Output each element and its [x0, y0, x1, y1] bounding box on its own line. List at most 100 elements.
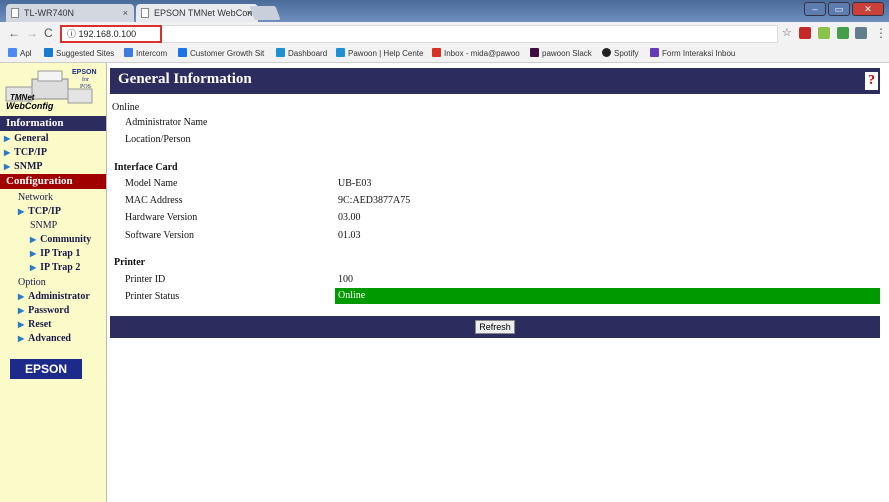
logo-pos: POS: [80, 84, 92, 90]
url-input[interactable]: ⓘ 192.168.0.100: [60, 25, 162, 43]
sidebar-item-label: IP Trap 2: [40, 262, 81, 273]
page-title: General Information: [118, 71, 252, 87]
arrow-right-icon: ▶: [30, 235, 37, 244]
sidebar-item-label: Community: [40, 234, 92, 245]
bookmark-spotify[interactable]: Spotify: [602, 48, 638, 60]
sidebar-item-label: General: [14, 133, 49, 144]
epson-logo[interactable]: EPSON: [10, 359, 82, 379]
main-content: General Information ? Online Administrat…: [110, 63, 880, 502]
arrow-right-icon: ▶: [4, 134, 11, 143]
sidebar-item-tcpip-config[interactable]: ▶ TCP/IP: [18, 206, 61, 218]
pawoon-icon: [276, 48, 285, 57]
maximize-button[interactable]: ▭: [828, 2, 850, 16]
sidebar-label-network: Network: [18, 192, 53, 203]
sidebar-item-general[interactable]: ▶ General: [4, 133, 49, 145]
close-window-button[interactable]: ✕: [852, 2, 884, 16]
arrow-right-icon: ▶: [18, 292, 25, 301]
tmnet-webconfig-logo: EPSON for POS TMNet WebConfig: [2, 65, 102, 115]
new-tab-button[interactable]: [249, 6, 281, 20]
printer-status-badge: Online: [335, 288, 880, 304]
tab-title: TL-WR740N: [24, 8, 75, 18]
admin-name-label: Administrator Name: [125, 117, 208, 128]
browser-tab-bar: TL-WR740N × EPSON TMNet WebConfi × – ▭ ✕: [0, 0, 889, 22]
sidebar-section-information: Information: [0, 116, 106, 131]
bookmark-inbox[interactable]: Inbox - mida@pawoo: [432, 48, 520, 60]
omnibox-remainder[interactable]: [162, 25, 778, 43]
bookmark-label: Customer Growth Sit: [190, 49, 265, 58]
bookmark-pawoon-help[interactable]: Pawoon | Help Cente: [336, 48, 423, 60]
bookmark-label: Dashboard: [288, 49, 328, 58]
software-version-label: Software Version: [125, 230, 194, 241]
printer-status-label: Printer Status: [125, 291, 180, 302]
bookmark-customer-growth[interactable]: Customer Growth Sit: [178, 48, 264, 60]
tab-tl-wr740n[interactable]: TL-WR740N ×: [6, 4, 134, 22]
minimize-button[interactable]: –: [804, 2, 826, 16]
logo-brand: EPSON: [72, 69, 97, 76]
sidebar-item-administrator[interactable]: ▶ Administrator: [18, 291, 90, 303]
action-bar: Refresh: [110, 316, 880, 338]
sidebar-item-password[interactable]: ▶ Password: [18, 305, 69, 317]
sidebar-item-tcpip-info[interactable]: ▶ TCP/IP: [4, 147, 47, 159]
intercom-icon: [124, 48, 133, 57]
bookmark-form-interaksi[interactable]: Form Interaksi Inbou: [650, 48, 735, 60]
arrow-right-icon: ▶: [30, 263, 37, 272]
bookmark-slack[interactable]: pawoon Slack: [530, 48, 592, 60]
forward-icon[interactable]: →: [26, 26, 38, 40]
sidebar-item-label: Reset: [28, 319, 52, 330]
sidebar-item-label: SNMP: [14, 161, 43, 172]
sidebar-item-advanced[interactable]: ▶ Advanced: [18, 333, 71, 345]
printer-id-label: Printer ID: [125, 274, 166, 285]
sidebar-item-ip-trap-1[interactable]: ▶ IP Trap 1: [30, 248, 80, 260]
arrow-right-icon: ▶: [4, 162, 11, 171]
tab-title: EPSON TMNet WebConfi: [154, 8, 257, 18]
sidebar-item-snmp-info[interactable]: ▶ SNMP: [4, 161, 43, 173]
info-icon[interactable]: ⓘ: [67, 29, 76, 39]
arrow-right-icon: ▶: [18, 320, 25, 329]
sidebar-item-label: TCP/IP: [28, 206, 61, 217]
bookmark-label: Inbox - mida@pawoo: [444, 49, 520, 58]
refresh-button[interactable]: Refresh: [475, 320, 515, 334]
trello-icon: [178, 48, 187, 57]
tab-epson-webconfig[interactable]: EPSON TMNet WebConfi ×: [136, 4, 258, 22]
gmail-icon: [432, 48, 441, 57]
menu-icon[interactable]: ⋮: [875, 26, 887, 40]
bookmark-apps[interactable]: Apl: [8, 48, 32, 60]
url-text: 192.168.0.100: [78, 29, 137, 39]
bookmark-dashboard[interactable]: Dashboard: [276, 48, 327, 60]
sidebar-label-option: Option: [18, 277, 46, 288]
model-name-value: UB-E03: [338, 178, 372, 189]
bookmark-label: Form Interaksi Inbou: [662, 49, 736, 58]
reload-icon[interactable]: C: [44, 26, 53, 40]
extension-icon[interactable]: [799, 27, 811, 39]
sidebar-item-label: Password: [28, 305, 70, 316]
sidebar-item-ip-trap-2[interactable]: ▶ IP Trap 2: [30, 262, 80, 274]
hardware-version-value: 03.00: [338, 212, 361, 223]
bookmark-suggested-sites[interactable]: Suggested Sites: [44, 48, 114, 60]
sidebar-item-reset[interactable]: ▶ Reset: [18, 319, 51, 331]
forms-icon: [650, 48, 659, 57]
extension-icon[interactable]: [818, 27, 830, 39]
printer-id-value: 100: [338, 274, 353, 285]
back-icon[interactable]: ←: [8, 26, 20, 40]
bookmark-label: Pawoon | Help Cente: [348, 49, 424, 58]
sidebar-section-configuration: Configuration: [0, 174, 106, 189]
sidebar: EPSON for POS TMNet WebConfig Informatio…: [0, 63, 107, 502]
sidebar-item-label: Administrator: [28, 291, 90, 302]
group-online: Online: [112, 102, 140, 113]
help-icon[interactable]: ?: [865, 72, 878, 90]
bookmark-label: Apl: [20, 49, 32, 58]
logo-for: for: [82, 77, 89, 83]
extension-icon[interactable]: [837, 27, 849, 39]
logo-app-line2: WebConfig: [6, 101, 54, 111]
sidebar-item-community[interactable]: ▶ Community: [30, 234, 91, 246]
bookmark-star-icon[interactable]: ☆: [782, 26, 792, 39]
address-bar: ← → C ⓘ 192.168.0.100 ☆ ⋮: [0, 22, 889, 47]
close-tab-icon[interactable]: ×: [123, 4, 128, 22]
extension-icon[interactable]: [855, 27, 867, 39]
model-name-label: Model Name: [125, 178, 178, 189]
sidebar-label-snmp: SNMP: [30, 220, 58, 231]
arrow-right-icon: ▶: [18, 334, 25, 343]
page-header: General Information ?: [110, 68, 880, 94]
bookmark-intercom[interactable]: Intercom: [124, 48, 167, 60]
mac-address-value: 9C:AED3877A75: [338, 195, 411, 206]
